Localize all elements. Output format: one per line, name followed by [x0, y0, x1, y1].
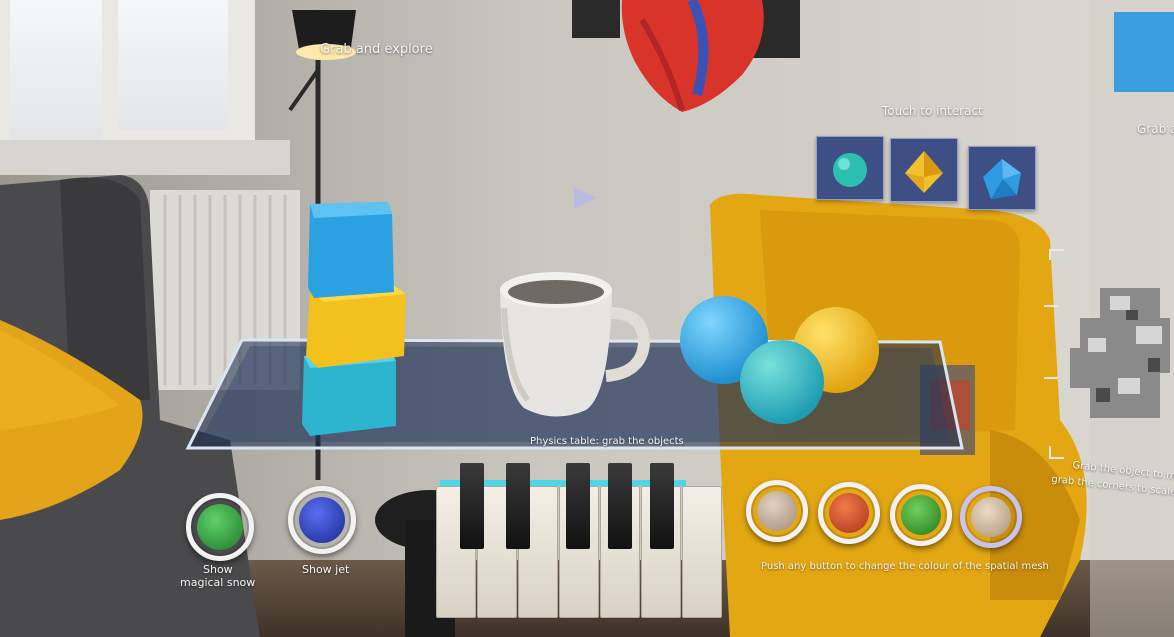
tile-sphere[interactable] — [816, 136, 884, 200]
snow-button-label-line1: Show — [203, 563, 233, 576]
icosahedron-icon — [983, 159, 1021, 199]
heart-model[interactable] — [572, 0, 802, 115]
tile-icosahedron[interactable] — [968, 146, 1036, 210]
grab-explore-label: Grab and explore — [320, 42, 433, 57]
touch-interact-label: Touch to interact — [882, 104, 983, 118]
piano-black-key-3[interactable] — [566, 463, 590, 549]
snow-button-face — [197, 504, 243, 550]
mesh-instruction-label: Push any button to change the colour of … — [761, 561, 1049, 572]
jet-button-label: Show jet — [302, 563, 350, 576]
piano-white-key-7[interactable] — [682, 486, 722, 618]
grab-label-partial: Grab a — [1137, 122, 1174, 136]
mesh-color-button-orange[interactable] — [818, 482, 880, 544]
blue-panel-object[interactable] — [1114, 12, 1174, 92]
octahedron-icon — [905, 151, 943, 193]
mesh-color-button-lavender[interactable] — [960, 486, 1022, 548]
piano-black-key-4[interactable] — [608, 463, 632, 549]
mesh-green-face — [901, 495, 941, 535]
piano-black-key-5[interactable] — [650, 463, 674, 549]
cube-stack[interactable] — [296, 196, 416, 441]
ar-room-scene: Grab and explore Touch to interact Grab … — [0, 0, 1174, 637]
show-jet-button[interactable] — [288, 486, 356, 554]
arrow-indicator-icon — [574, 187, 596, 209]
mesh-lavender-face — [971, 497, 1011, 537]
mesh-orange-face — [829, 493, 869, 533]
sphere-group[interactable] — [676, 292, 886, 432]
piano-black-key-1[interactable] — [460, 463, 484, 549]
physics-table-label: Physics table: grab the objects — [530, 436, 684, 447]
coffee-mug[interactable] — [494, 268, 654, 428]
sphere-icon — [833, 153, 867, 187]
tile-octahedron[interactable] — [890, 138, 958, 202]
mesh-color-button-green[interactable] — [890, 484, 952, 546]
piano-black-key-2[interactable] — [506, 463, 530, 549]
mesh-beige-face — [757, 491, 797, 531]
mesh-color-button-beige[interactable] — [746, 480, 808, 542]
show-magical-snow-button[interactable] — [186, 493, 254, 561]
spatial-mesh-model[interactable] — [1030, 248, 1174, 468]
snow-button-label-line2: magical snow — [180, 576, 256, 589]
jet-button-face — [299, 497, 345, 543]
